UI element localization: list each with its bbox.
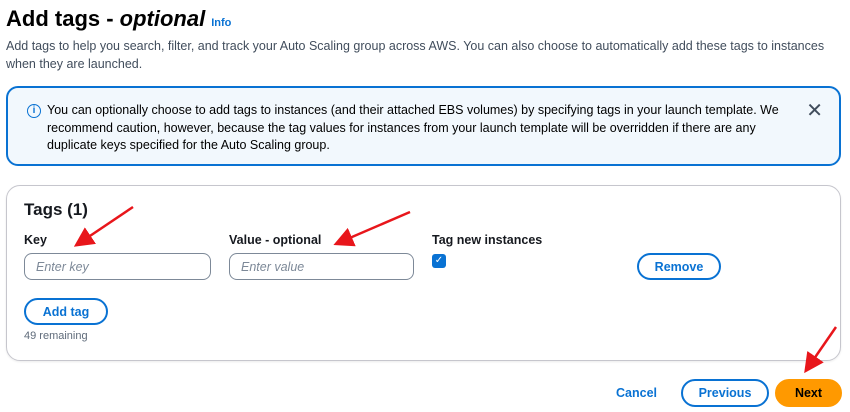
- key-input[interactable]: [24, 253, 211, 280]
- add-tag-button[interactable]: Add tag: [24, 298, 108, 325]
- value-label: Value - optional: [229, 233, 322, 247]
- title-text: Add tags -: [6, 6, 120, 31]
- remove-button[interactable]: Remove: [637, 253, 721, 280]
- key-label: Key: [24, 233, 47, 247]
- value-input[interactable]: [229, 253, 414, 280]
- info-link[interactable]: Info: [211, 17, 231, 29]
- info-alert: i You can optionally choose to add tags …: [6, 86, 841, 166]
- alert-text: You can optionally choose to add tags to…: [47, 103, 779, 152]
- tags-title: Tags (1): [24, 200, 88, 219]
- page-title: Add tags - optional Info: [6, 6, 231, 32]
- title-optional: optional: [119, 6, 206, 31]
- page-description: Add tags to help you search, filter, and…: [6, 39, 825, 71]
- next-button[interactable]: Next: [775, 379, 842, 407]
- remaining-count: 49 remaining: [24, 330, 88, 342]
- cancel-button[interactable]: Cancel: [616, 386, 657, 400]
- tag-new-instances-checkbox[interactable]: ✓: [432, 254, 446, 268]
- previous-button[interactable]: Previous: [681, 379, 769, 407]
- info-icon: i: [27, 104, 41, 118]
- tag-new-instances-label: Tag new instances: [432, 233, 543, 247]
- close-icon[interactable]: ✕: [806, 98, 823, 123]
